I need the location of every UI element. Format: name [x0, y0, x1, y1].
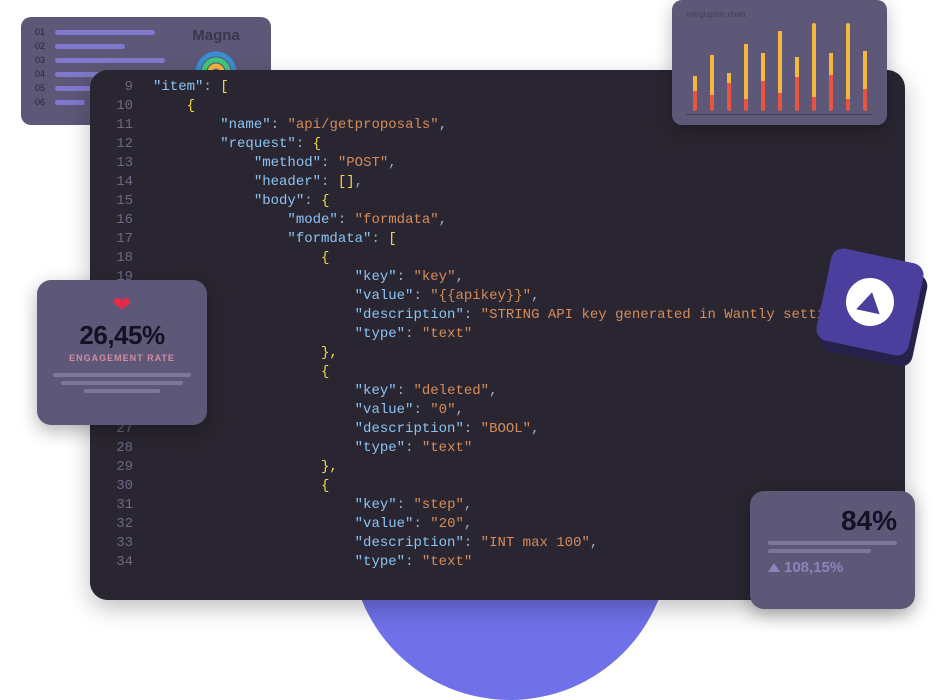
row-number: 04: [35, 69, 47, 79]
line-number: 14: [90, 173, 133, 192]
row-number: 03: [35, 55, 47, 65]
chart-title: Infographic chart: [686, 10, 873, 19]
bar-row: 03: [35, 55, 175, 65]
chart-bar: [829, 23, 833, 111]
line-number: 32: [90, 515, 133, 534]
line-number: 9: [90, 78, 133, 97]
code-line: },: [153, 344, 889, 363]
badge-circle: [842, 274, 899, 331]
chart-bars: [686, 23, 873, 111]
code-line: "value": "0",: [153, 401, 889, 420]
percent-main: 84%: [768, 505, 897, 537]
row-number: 02: [35, 41, 47, 51]
card-title: Magna: [175, 27, 257, 44]
line-number: 15: [90, 192, 133, 211]
code-line: "description": "BOOL",: [153, 420, 889, 439]
line-number: 16: [90, 211, 133, 230]
text-placeholder-lines: [768, 541, 897, 553]
chart-bar: [863, 23, 867, 111]
code-line: "key": "deleted",: [153, 382, 889, 401]
percent-sub: 108,15%: [768, 559, 897, 576]
line-number: 33: [90, 534, 133, 553]
chart-bar: [693, 23, 697, 111]
line-number: 18: [90, 249, 133, 268]
code-line: "header": [],: [153, 173, 889, 192]
chart-bar: [795, 23, 799, 111]
code-line: },: [153, 458, 889, 477]
engagement-label: ENGAGEMENT RATE: [53, 353, 191, 363]
code-line: "formdata": [: [153, 230, 889, 249]
line-number: 29: [90, 458, 133, 477]
code-line: {: [153, 249, 889, 268]
row-number: 06: [35, 97, 47, 107]
chart-bar: [761, 23, 765, 111]
triangle-badge-cube: [815, 255, 930, 370]
line-number: 17: [90, 230, 133, 249]
triangle-up-icon: [856, 290, 884, 315]
row-number: 01: [35, 27, 47, 37]
code-line: "description": "STRING API key generated…: [153, 306, 889, 325]
heart-icon: ❤: [53, 294, 191, 316]
code-line: "value": "{{apikey}}",: [153, 287, 889, 306]
line-number: 31: [90, 496, 133, 515]
code-line: "type": "text": [153, 325, 889, 344]
row-number: 05: [35, 83, 47, 93]
chart-axis: [686, 114, 873, 115]
line-number: 30: [90, 477, 133, 496]
chart-bar: [727, 23, 731, 111]
row-bar: [55, 100, 85, 105]
chart-bar: [846, 23, 850, 111]
chart-bar: [710, 23, 714, 111]
percent-metric-card: 84% 108,15%: [750, 491, 915, 609]
row-bar: [55, 58, 165, 63]
line-number: 12: [90, 135, 133, 154]
code-line: "body": {: [153, 192, 889, 211]
bar-row: 02: [35, 41, 175, 51]
code-line: "request": {: [153, 135, 889, 154]
code-line: {: [153, 363, 889, 382]
line-number: 11: [90, 116, 133, 135]
code-line: "method": "POST",: [153, 154, 889, 173]
text-placeholder-lines: [53, 373, 191, 393]
row-bar: [55, 30, 155, 35]
code-line: "mode": "formdata",: [153, 211, 889, 230]
chart-bar: [744, 23, 748, 111]
code-line: "type": "text": [153, 439, 889, 458]
triangle-up-icon: [768, 563, 780, 572]
bar-row: 01: [35, 27, 175, 37]
bar-chart-card: Infographic chart: [672, 0, 887, 125]
line-number: 10: [90, 97, 133, 116]
engagement-percent: 26,45%: [53, 320, 191, 351]
line-number: 13: [90, 154, 133, 173]
engagement-rate-card: ❤ 26,45% ENGAGEMENT RATE: [37, 280, 207, 425]
line-number: 28: [90, 439, 133, 458]
percent-sub-value: 108,15%: [784, 559, 843, 576]
row-bar: [55, 44, 125, 49]
code-line: "key": "key",: [153, 268, 889, 287]
line-number: 34: [90, 553, 133, 572]
chart-bar: [778, 23, 782, 111]
chart-bar: [812, 23, 816, 111]
